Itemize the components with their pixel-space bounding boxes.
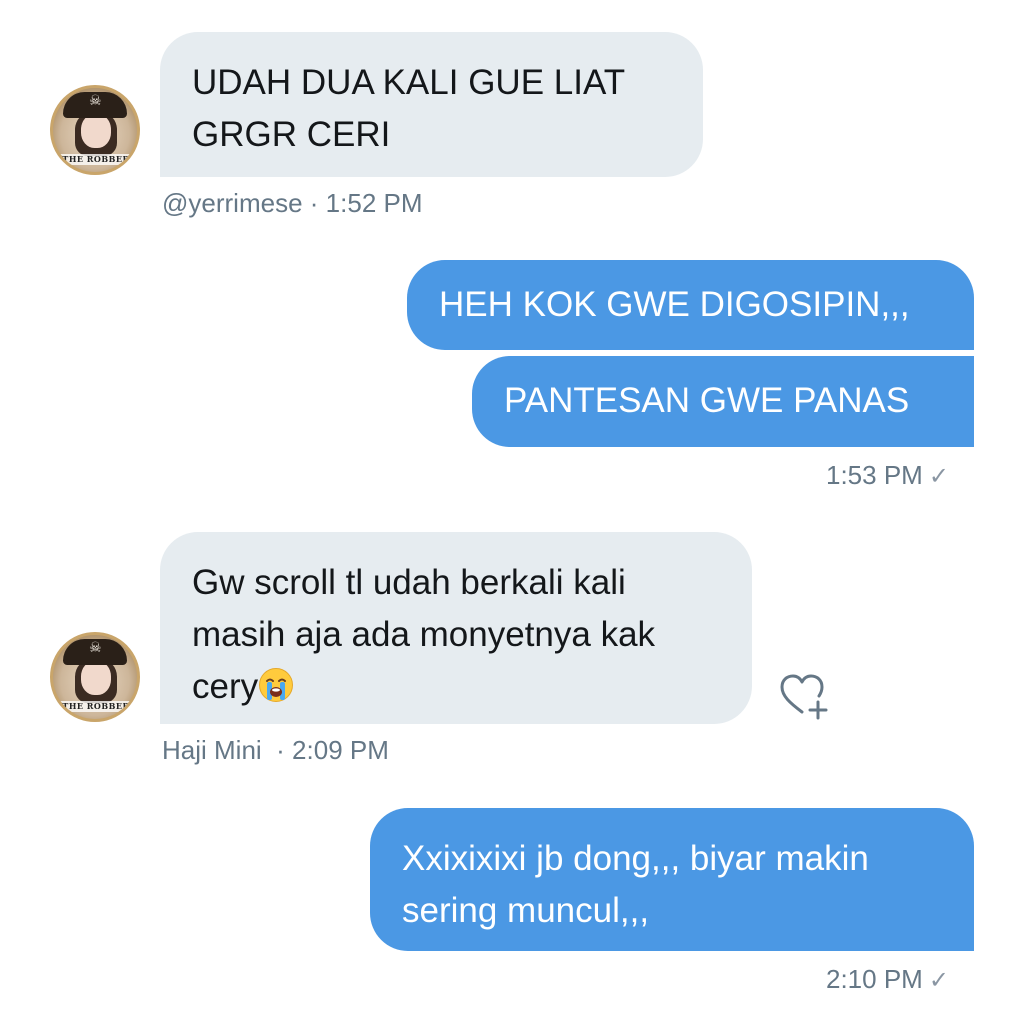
message-line: Xxixixixi jb dong,,, biyar makin bbox=[402, 839, 869, 878]
message-time: 2:10 PM bbox=[826, 964, 923, 994]
meta-separator: · bbox=[276, 735, 285, 765]
message-time: 1:52 PM bbox=[325, 188, 423, 218]
avatar[interactable]: ☠ THE ROBBER bbox=[50, 632, 140, 722]
avatar-band: THE ROBBER bbox=[55, 701, 137, 712]
avatar-face bbox=[81, 661, 111, 695]
message-line: Gw scroll tl udah berkali kali bbox=[192, 563, 626, 602]
sender-name[interactable]: Haji Mini bbox=[162, 735, 262, 765]
message-bubble-incoming[interactable]: Gw scroll tl udah berkali kali masih aja… bbox=[160, 532, 752, 724]
skull-icon: ☠ bbox=[89, 640, 102, 656]
heart-plus-icon[interactable] bbox=[776, 668, 830, 722]
message-bubble-outgoing[interactable]: Xxixixixi jb dong,,, biyar makin sering … bbox=[370, 808, 974, 951]
message-meta: Haji Mini · 2:09 PM bbox=[162, 735, 389, 765]
message-bubble-incoming[interactable]: UDAH DUA KALI GUE LIAT GRGR CERI bbox=[160, 32, 703, 177]
message-time: 1:53 PM bbox=[826, 460, 923, 490]
message-meta: 1:53 PM ✓ bbox=[826, 460, 949, 492]
message-line-with-emoji: cery bbox=[192, 661, 720, 713]
message-bubble-outgoing[interactable]: HEH KOK GWE DIGOSIPIN,,, bbox=[407, 260, 974, 350]
message-text: HEH KOK GWE DIGOSIPIN,,, bbox=[439, 285, 910, 324]
message-line: UDAH DUA KALI GUE LIAT bbox=[192, 63, 626, 102]
message-line: cery bbox=[192, 667, 259, 706]
checkmark-icon: ✓ bbox=[928, 463, 949, 490]
sender-handle[interactable]: @yerrimese bbox=[162, 188, 303, 218]
avatar-band: THE ROBBER bbox=[55, 154, 137, 165]
avatar-face bbox=[81, 114, 111, 148]
checkmark-icon: ✓ bbox=[928, 967, 949, 994]
message-time: 2:09 PM bbox=[292, 735, 389, 765]
skull-icon: ☠ bbox=[89, 93, 102, 109]
avatar[interactable]: ☠ THE ROBBER bbox=[50, 85, 140, 175]
message-meta: 2:10 PM ✓ bbox=[826, 964, 949, 996]
message-text: PANTESAN GWE PANAS bbox=[504, 381, 910, 420]
message-line: sering muncul,,, bbox=[402, 891, 650, 930]
message-bubble-outgoing[interactable]: PANTESAN GWE PANAS bbox=[472, 356, 974, 447]
meta-separator: · bbox=[309, 188, 319, 218]
message-meta: @yerrimese · 1:52 PM bbox=[162, 188, 423, 218]
message-line: masih aja ada monyetnya kak bbox=[192, 615, 656, 654]
loudly-crying-face-emoji bbox=[259, 668, 294, 702]
message-line: GRGR CERI bbox=[192, 115, 391, 154]
